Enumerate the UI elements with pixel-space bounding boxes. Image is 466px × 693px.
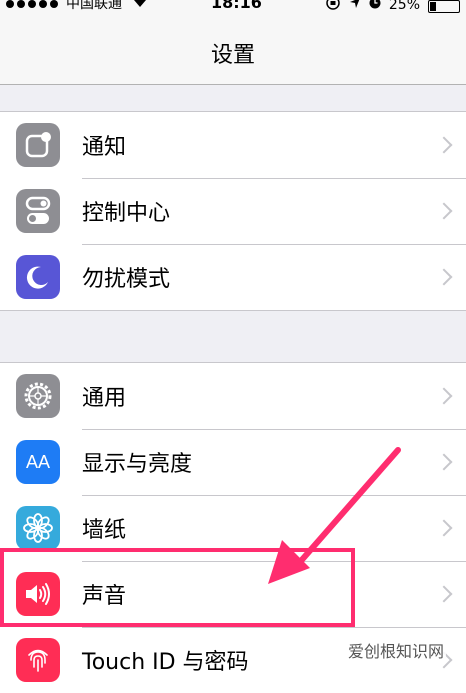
chevron-right-icon xyxy=(435,387,453,405)
settings-row-notifications[interactable]: 通知 xyxy=(0,112,466,178)
settings-row-display-brightness[interactable]: AA 显示与亮度 xyxy=(0,429,466,495)
status-time: 18:16 xyxy=(211,0,262,12)
settings-row-label: 控制中心 xyxy=(82,201,171,226)
notification-icon xyxy=(16,123,60,167)
signal-strength-icon xyxy=(6,0,58,8)
battery-percent: 25% xyxy=(388,0,420,13)
navigation-bar: 设置 xyxy=(0,16,466,85)
chevron-right-icon xyxy=(435,453,453,471)
wallpaper-flower-icon xyxy=(16,506,60,550)
page-title: 设置 xyxy=(210,43,255,68)
moon-icon xyxy=(16,255,60,299)
chevron-right-icon xyxy=(435,136,453,154)
settings-row-do-not-disturb[interactable]: 勿扰模式 xyxy=(0,244,466,310)
rotation-lock-icon xyxy=(325,0,341,13)
settings-row-sounds[interactable]: 声音 xyxy=(0,561,466,627)
chevron-right-icon xyxy=(435,585,453,603)
settings-row-label: 声音 xyxy=(82,584,127,609)
display-brightness-icon: AA xyxy=(16,440,60,484)
settings-row-general[interactable]: 通用 xyxy=(0,363,466,429)
chevron-right-icon xyxy=(435,202,453,220)
location-arrow-icon xyxy=(349,0,361,12)
settings-row-label: Touch ID 与密码 xyxy=(82,650,249,675)
settings-row-control-center[interactable]: 控制中心 xyxy=(0,178,466,244)
wifi-icon xyxy=(132,0,148,12)
settings-row-label: 墙纸 xyxy=(82,518,127,543)
settings-row-label: 勿扰模式 xyxy=(82,267,171,292)
chevron-right-icon xyxy=(435,519,453,537)
alarm-icon xyxy=(369,0,381,12)
settings-row-label: 通用 xyxy=(82,386,127,411)
carrier-name: 中国联通 xyxy=(66,0,122,12)
status-bar: 中国联通 18:16 25% xyxy=(0,0,466,16)
status-right: 25% xyxy=(325,0,460,13)
battery-icon xyxy=(428,0,460,13)
chevron-right-icon xyxy=(435,268,453,286)
watermark: 爱创根知识网 xyxy=(345,638,446,662)
fingerprint-icon xyxy=(16,638,60,682)
settings-group-1: 通知 控制中心 勿扰模式 xyxy=(0,111,466,311)
control-center-icon xyxy=(16,189,60,233)
display-icon-text: AA xyxy=(25,451,50,472)
status-left: 中国联通 xyxy=(6,0,148,12)
gear-icon xyxy=(16,374,60,418)
settings-row-label: 通知 xyxy=(82,135,127,160)
settings-row-label: 显示与亮度 xyxy=(82,452,193,477)
settings-row-wallpaper[interactable]: 墙纸 xyxy=(0,495,466,561)
speaker-icon xyxy=(16,572,60,616)
